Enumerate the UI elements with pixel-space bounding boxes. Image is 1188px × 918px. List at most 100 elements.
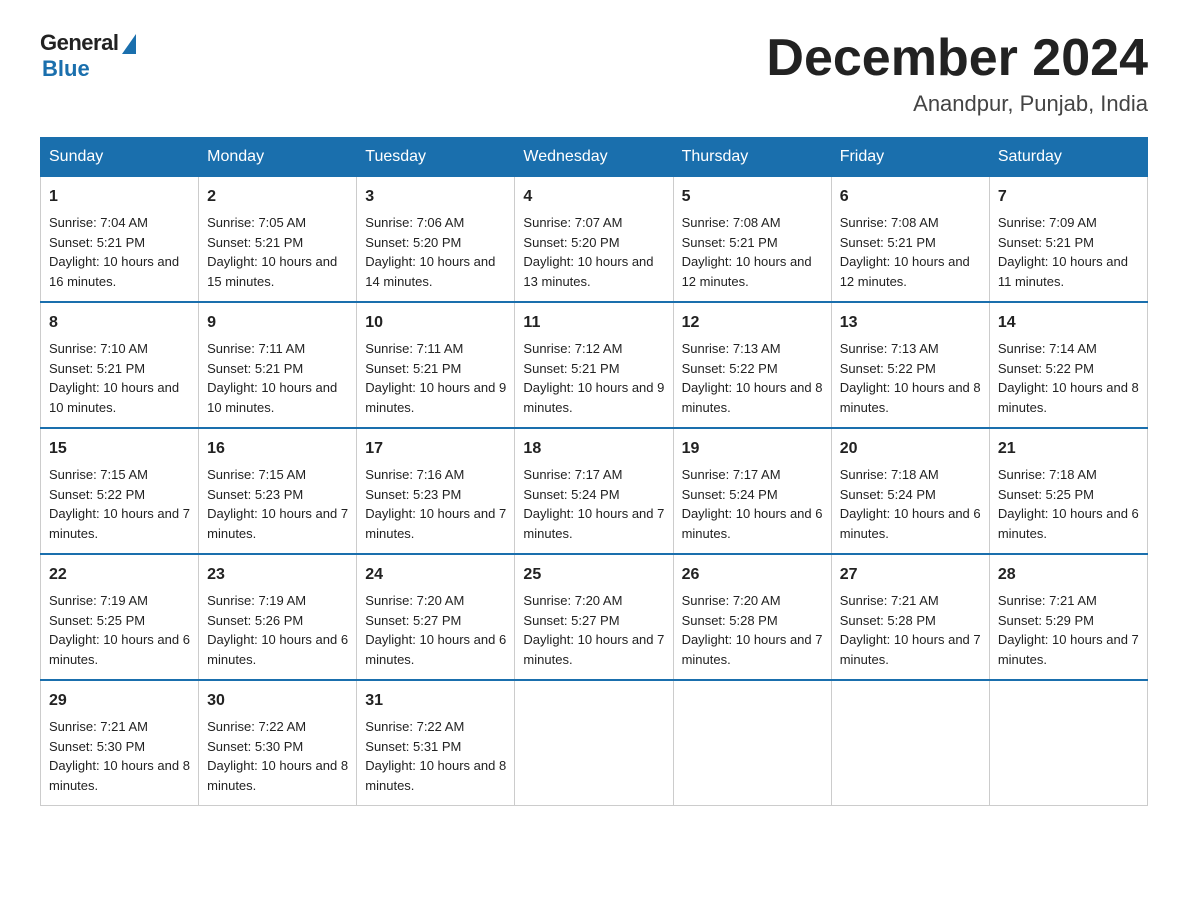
calendar-cell [831,680,989,806]
day-number: 31 [365,689,506,713]
day-number: 7 [998,185,1139,209]
daylight-text: Daylight: 10 hours and 9 minutes. [365,380,506,415]
sunset-text: Sunset: 5:21 PM [365,361,461,376]
sunrise-text: Sunrise: 7:20 AM [523,593,622,608]
calendar-cell: 13Sunrise: 7:13 AMSunset: 5:22 PMDayligh… [831,302,989,428]
calendar-cell: 5Sunrise: 7:08 AMSunset: 5:21 PMDaylight… [673,177,831,303]
daylight-text: Daylight: 10 hours and 13 minutes. [523,254,653,289]
calendar-cell: 31Sunrise: 7:22 AMSunset: 5:31 PMDayligh… [357,680,515,806]
sunrise-text: Sunrise: 7:20 AM [682,593,781,608]
calendar-cell: 23Sunrise: 7:19 AMSunset: 5:26 PMDayligh… [199,554,357,680]
calendar-week-row: 1Sunrise: 7:04 AMSunset: 5:21 PMDaylight… [41,177,1148,303]
calendar-cell: 7 Sunrise: 7:09 AM Sunset: 5:21 PM Daylight… [989,177,1147,303]
sunset-text: Sunset: 5:24 PM [523,487,619,502]
logo-general-text: General [40,30,118,56]
day-number: 4 [523,185,664,209]
daylight-text: Daylight: 10 hours and 14 minutes. [365,254,495,289]
day-number: 28 [998,563,1139,587]
sunset-text: Sunset: 5:24 PM [682,487,778,502]
calendar-cell: 15Sunrise: 7:15 AMSunset: 5:22 PMDayligh… [41,428,199,554]
day-number: 20 [840,437,981,461]
sunrise-text: Sunrise: 7:11 AM [365,341,463,356]
calendar-cell [673,680,831,806]
sunrise-text: Sunrise: 7:15 AM [49,467,148,482]
sunrise-text: Sunrise: 7:14 AM [998,341,1097,356]
sunrise-text: Sunrise: 7:18 AM [998,467,1097,482]
sunrise-text: Sunrise: 7:11 AM [207,341,305,356]
sunrise-text: Sunrise: 7:20 AM [365,593,464,608]
sunrise-text: Sunrise: 7:19 AM [49,593,148,608]
sunset-text: Sunset: 5:25 PM [49,613,145,628]
day-number: 24 [365,563,506,587]
day-number: 26 [682,563,823,587]
day-number: 8 [49,311,190,335]
calendar-header-monday: Monday [199,138,357,177]
sunrise-text: Sunrise: 7:22 AM [207,719,306,734]
sunset-text: Sunset: 5:20 PM [365,235,461,250]
calendar-cell: 25Sunrise: 7:20 AMSunset: 5:27 PMDayligh… [515,554,673,680]
sunrise-text: Sunrise: 7:08 AM [840,215,939,230]
daylight-text: Daylight: 10 hours and 7 minutes. [49,506,190,541]
day-number: 15 [49,437,190,461]
sunset-text: Sunset: 5:21 PM [998,235,1094,250]
calendar-cell: 8Sunrise: 7:10 AMSunset: 5:21 PMDaylight… [41,302,199,428]
page-header: General Blue December 2024 Anandpur, Pun… [40,30,1148,117]
daylight-text: Daylight: 10 hours and 12 minutes. [682,254,812,289]
sunrise-text: Sunrise: 7:17 AM [682,467,781,482]
day-number: 27 [840,563,981,587]
sunset-text: Sunset: 5:28 PM [682,613,778,628]
sunset-text: Sunset: 5:21 PM [682,235,778,250]
calendar-cell: 26 Sunrise: 7:20 AM Sunset: 5:28 PM Dayligh… [673,554,831,680]
daylight-text: Daylight: 10 hours and 6 minutes. [365,632,506,667]
day-number: 10 [365,311,506,335]
daylight-text: Daylight: 10 hours and 6 minutes. [998,506,1139,541]
calendar-cell: 4Sunrise: 7:07 AMSunset: 5:20 PMDaylight… [515,177,673,303]
sunset-text: Sunset: 5:21 PM [49,235,145,250]
daylight-text: Daylight: 10 hours and 7 minutes. [682,632,823,667]
calendar-header-row: SundayMondayTuesdayWednesdayThursdayFrid… [41,138,1148,177]
sunrise-text: Sunrise: 7:21 AM [998,593,1097,608]
sunrise-text: Sunrise: 7:07 AM [523,215,622,230]
sunset-text: Sunset: 5:22 PM [840,361,936,376]
calendar-cell: 21Sunrise: 7:18 AMSunset: 5:25 PMDayligh… [989,428,1147,554]
calendar-cell [989,680,1147,806]
calendar-header-friday: Friday [831,138,989,177]
sunset-text: Sunset: 5:29 PM [998,613,1094,628]
day-number: 6 [840,185,981,209]
sunset-text: Sunset: 5:28 PM [840,613,936,628]
calendar-cell: 3Sunrise: 7:06 AMSunset: 5:20 PMDaylight… [357,177,515,303]
calendar-week-row: 22Sunrise: 7:19 AMSunset: 5:25 PMDayligh… [41,554,1148,680]
sunset-text: Sunset: 5:22 PM [998,361,1094,376]
calendar-cell: 9Sunrise: 7:11 AMSunset: 5:21 PMDaylight… [199,302,357,428]
sunrise-text: Sunrise: 7:09 AM [998,215,1097,230]
sunset-text: Sunset: 5:24 PM [840,487,936,502]
sunset-text: Sunset: 5:30 PM [207,739,303,754]
calendar-header-thursday: Thursday [673,138,831,177]
sunrise-text: Sunrise: 7:21 AM [49,719,148,734]
day-number: 9 [207,311,348,335]
calendar-header-wednesday: Wednesday [515,138,673,177]
daylight-text: Daylight: 10 hours and 7 minutes. [840,632,981,667]
daylight-text: Daylight: 10 hours and 8 minutes. [365,758,506,793]
calendar-cell: 19Sunrise: 7:17 AMSunset: 5:24 PMDayligh… [673,428,831,554]
sunrise-text: Sunrise: 7:16 AM [365,467,464,482]
daylight-text: Daylight: 10 hours and 11 minutes. [998,254,1128,289]
day-number: 13 [840,311,981,335]
day-number: 16 [207,437,348,461]
daylight-text: Daylight: 10 hours and 6 minutes. [682,506,823,541]
sunset-text: Sunset: 5:21 PM [840,235,936,250]
calendar-week-row: 15Sunrise: 7:15 AMSunset: 5:22 PMDayligh… [41,428,1148,554]
daylight-text: Daylight: 10 hours and 8 minutes. [840,380,981,415]
day-number: 29 [49,689,190,713]
daylight-text: Daylight: 10 hours and 8 minutes. [682,380,823,415]
calendar-cell: 10 Sunrise: 7:11 AM Sunset: 5:21 PM Dayligh… [357,302,515,428]
logo: General Blue [40,30,136,82]
calendar-cell: 22Sunrise: 7:19 AMSunset: 5:25 PMDayligh… [41,554,199,680]
calendar-table: SundayMondayTuesdayWednesdayThursdayFrid… [40,137,1148,806]
daylight-text: Daylight: 10 hours and 9 minutes. [523,380,664,415]
sunrise-text: Sunrise: 7:12 AM [523,341,622,356]
sunset-text: Sunset: 5:31 PM [365,739,461,754]
day-number: 25 [523,563,664,587]
logo-triangle-icon [122,34,136,54]
daylight-text: Daylight: 10 hours and 8 minutes. [998,380,1139,415]
